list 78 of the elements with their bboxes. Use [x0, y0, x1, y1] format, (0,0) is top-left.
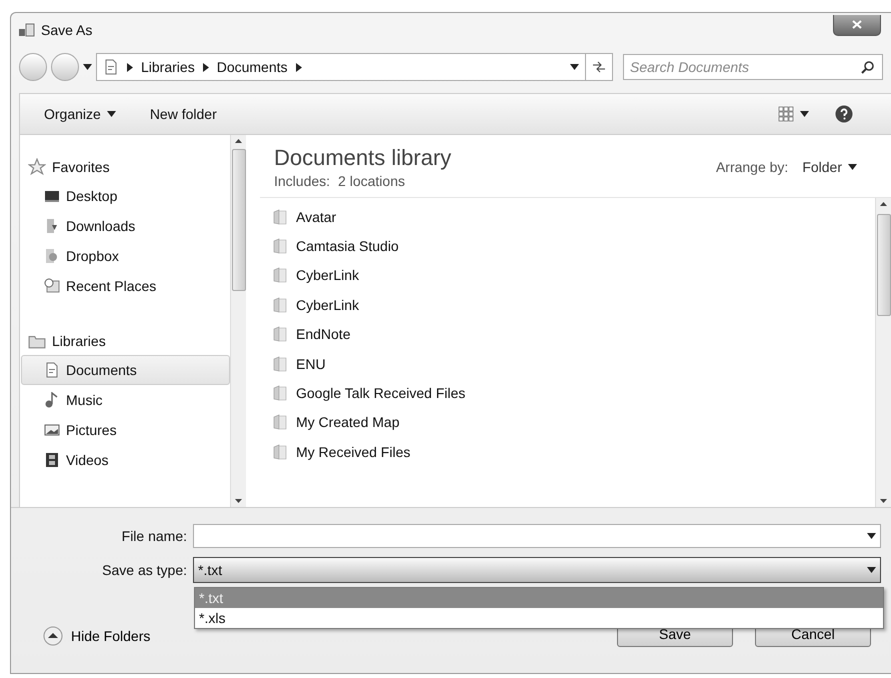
sidebar-item[interactable]: Videos	[21, 445, 230, 475]
breadcrumb-item[interactable]: Libraries	[141, 59, 195, 75]
library-title: Documents library	[274, 145, 452, 171]
folder-icon	[272, 267, 288, 284]
history-caret-icon	[83, 64, 92, 70]
folder-item[interactable]: CyberLink	[260, 290, 875, 320]
folder-item[interactable]: EndNote	[260, 320, 875, 349]
star-icon	[28, 158, 46, 176]
breadcrumb-item[interactable]: Documents	[216, 59, 288, 75]
new-folder-button[interactable]: New folder	[150, 106, 217, 122]
caret-down-icon	[867, 567, 876, 573]
window-title: Save As	[41, 22, 92, 38]
scroll-up-icon[interactable]	[880, 202, 887, 206]
address-bar[interactable]: Libraries Documents	[96, 53, 586, 81]
film-icon	[44, 452, 60, 468]
file-name-field[interactable]	[193, 524, 881, 548]
music-note-icon	[44, 392, 60, 408]
caret-down-icon	[867, 533, 876, 539]
folder-icon	[272, 238, 288, 254]
folder-icon	[272, 356, 288, 372]
sidebar-item[interactable]: Music	[21, 385, 230, 415]
sidebar-item[interactable]: Pictures	[21, 415, 230, 445]
folder-icon	[272, 296, 288, 313]
folder-item[interactable]: Camtasia Studio	[260, 231, 875, 261]
scrollbar[interactable]	[230, 135, 246, 507]
folder-icon	[272, 326, 288, 342]
refresh-button[interactable]	[586, 53, 613, 81]
close-icon	[852, 20, 862, 29]
sidebar-item[interactable]: Dropbox	[21, 241, 230, 271]
document-icon	[44, 362, 60, 378]
sidebar-item[interactable]: Recent Places	[21, 271, 230, 301]
scroll-down-icon[interactable]	[880, 499, 887, 503]
folder-icon	[272, 385, 288, 402]
folder-item[interactable]: CyberLink	[260, 260, 875, 290]
scroll-down-icon[interactable]	[235, 499, 242, 503]
hide-folders-button[interactable]: Hide Folders	[43, 626, 150, 646]
document-icon	[103, 59, 119, 75]
chevron-right-icon	[202, 62, 209, 72]
folder-item[interactable]: My Received Files	[260, 437, 875, 467]
folder-item[interactable]: Google Talk Received Files	[260, 378, 875, 408]
download-icon	[44, 218, 60, 234]
save-type-dropdown[interactable]: *.txt	[193, 557, 881, 583]
scroll-up-icon[interactable]	[235, 139, 242, 143]
arrange-dropdown[interactable]: Folder	[802, 159, 857, 175]
close-button[interactable]	[833, 14, 881, 36]
view-button[interactable]	[778, 106, 809, 122]
sidebar-group[interactable]: Favorites	[20, 153, 230, 181]
sidebar-item[interactable]: Downloads	[21, 211, 230, 241]
sidebar-item[interactable]: Desktop	[21, 181, 230, 211]
folder-icon	[272, 208, 288, 225]
refresh-icon	[592, 61, 606, 73]
folder-item[interactable]: My Created Map	[260, 408, 875, 438]
sidebar-item[interactable]: Documents	[21, 355, 230, 385]
search-field[interactable]: Search Documents	[623, 54, 883, 80]
chevron-right-icon	[127, 62, 133, 72]
caret-down-icon	[106, 111, 116, 117]
folder-item[interactable]: Avatar	[260, 202, 875, 232]
sidebar-group[interactable]: Libraries	[20, 327, 230, 355]
grid-view-icon	[778, 106, 794, 122]
caret-down-icon	[848, 164, 857, 170]
caret-down-icon	[800, 111, 809, 117]
locations-link[interactable]: 2 locations	[338, 173, 405, 189]
chevron-right-icon	[296, 62, 302, 72]
monitor-icon	[44, 188, 60, 204]
folder-icon	[272, 444, 288, 460]
includes-label: Includes:	[274, 173, 330, 189]
scrollbar[interactable]	[875, 198, 891, 507]
picture-icon	[44, 422, 60, 438]
arrange-label: Arrange by:	[716, 159, 788, 175]
organize-menu[interactable]: Organize	[44, 106, 116, 122]
save-type-label: Save as type:	[101, 562, 188, 578]
collapse-icon	[43, 626, 63, 646]
window-icon	[19, 23, 35, 37]
folder-icon	[272, 414, 288, 430]
folder-item[interactable]: ENU	[260, 348, 875, 378]
caret-down-icon	[570, 64, 579, 70]
help-icon[interactable]	[835, 105, 853, 123]
file-name-label: File name:	[120, 528, 188, 544]
